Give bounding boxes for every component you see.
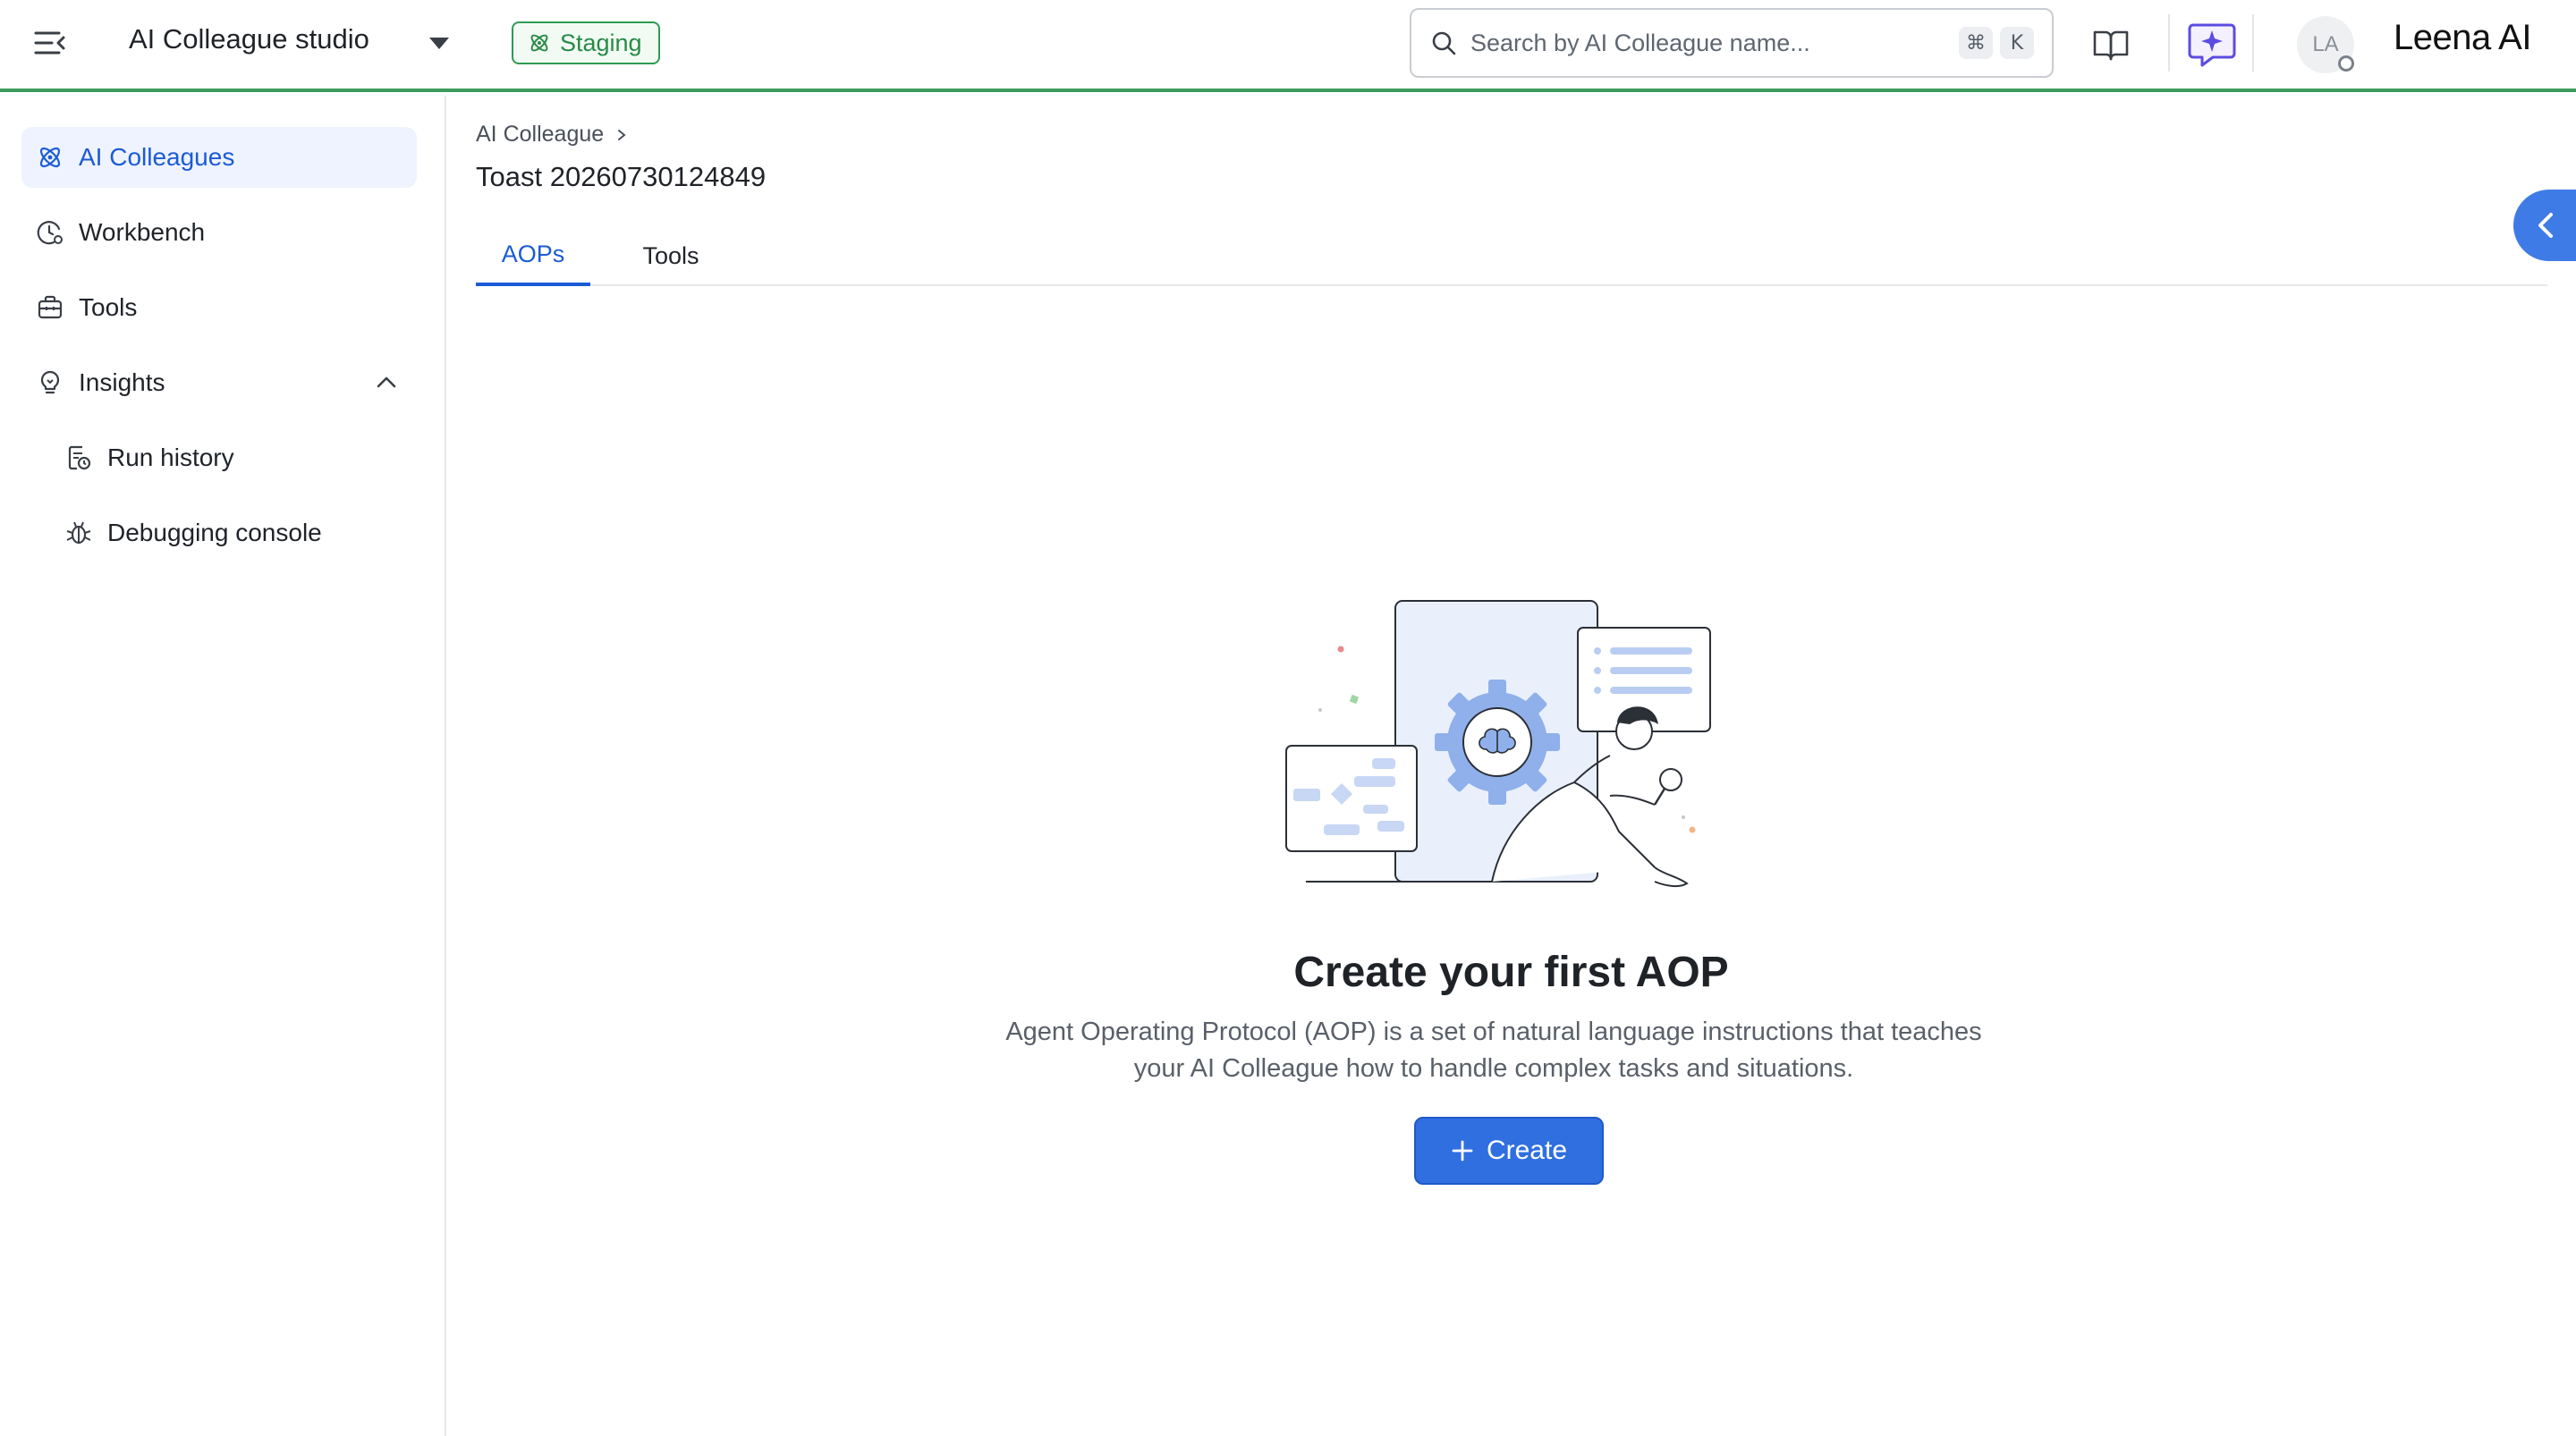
- shortcut-key-k: K: [2000, 27, 2034, 59]
- status-indicator: [2338, 55, 2354, 72]
- tab-aops[interactable]: AOPs: [476, 225, 590, 286]
- ai-assistant-icon[interactable]: [2186, 18, 2238, 70]
- panel-toggle-button[interactable]: [2513, 190, 2576, 261]
- environment-label: Staging: [560, 29, 642, 56]
- sidebar-item-label: Debugging console: [107, 519, 322, 546]
- clock-gear-icon: [37, 221, 63, 245]
- open-book-icon[interactable]: [2089, 23, 2132, 66]
- empty-state-description: Agent Operating Protocol (AOP) is a set …: [930, 1014, 2057, 1087]
- history-doc-icon: [68, 445, 91, 470]
- description-line: your AI Colleague how to handle complex …: [1133, 1054, 1854, 1083]
- tab-tools[interactable]: Tools: [621, 225, 721, 286]
- sidebar-item-label: Run history: [107, 443, 234, 471]
- sidebar-item-label: AI Colleagues: [79, 143, 235, 171]
- sidebar-item-label: Insights: [79, 368, 165, 396]
- divider: [2252, 14, 2254, 72]
- studio-title[interactable]: AI Colleague studio: [129, 23, 369, 55]
- empty-state-illustration: [1285, 600, 1711, 888]
- create-button-label: Create: [1486, 1136, 1568, 1165]
- search-input[interactable]: [1470, 29, 1952, 57]
- bug-icon: [66, 521, 91, 545]
- sidebar-item-label: Workbench: [79, 218, 206, 246]
- brand-logo: Leena AI: [2394, 18, 2531, 57]
- environment-badge: Staging: [512, 21, 660, 64]
- search-box[interactable]: ⌘ K: [1410, 8, 2054, 78]
- chevron-left-icon: [2538, 213, 2553, 238]
- sidebar-item-run-history[interactable]: Run history: [50, 427, 417, 488]
- atom-icon: [39, 147, 61, 168]
- chevron-up-icon[interactable]: [374, 370, 399, 395]
- create-aop-button[interactable]: Create: [1414, 1117, 1604, 1185]
- description-line: Agent Operating Protocol (AOP) is a set …: [1005, 1018, 1982, 1046]
- chevron-right-icon: [618, 129, 626, 140]
- page-title: Toast 20260730124849: [476, 161, 767, 192]
- breadcrumb-link[interactable]: AI Colleague: [476, 122, 604, 148]
- sidebar-item-ai-colleagues[interactable]: AI Colleagues: [21, 127, 417, 188]
- toolbox-icon: [38, 295, 63, 319]
- atom-icon: [530, 34, 548, 52]
- tab-bar: AOPs Tools: [476, 225, 2547, 286]
- plus-icon: [1452, 1140, 1473, 1161]
- sidebar-item-tools[interactable]: Tools: [21, 277, 417, 338]
- sidebar-item-insights[interactable]: Insights: [21, 352, 417, 413]
- sidebar-item-label: Tools: [79, 293, 138, 321]
- caret-down-icon[interactable]: [426, 32, 453, 54]
- sidebar-item-workbench[interactable]: Workbench: [21, 202, 417, 263]
- divider: [2168, 14, 2170, 72]
- top-bar: AI Colleague studio Staging ⌘ K LA Leena…: [0, 0, 2576, 92]
- sidebar-item-debugging-console[interactable]: Debugging console: [50, 503, 417, 563]
- menu-collapse-icon[interactable]: [32, 25, 68, 61]
- sidebar: AI Colleagues Workbench Tools Insights R…: [0, 96, 446, 1436]
- search-icon: [1432, 31, 1456, 55]
- breadcrumb: AI Colleague: [476, 122, 629, 148]
- empty-state-title: Create your first AOP: [1293, 949, 1729, 996]
- lightbulb-icon: [40, 370, 60, 394]
- shortcut-key-cmd: ⌘: [1959, 27, 1993, 59]
